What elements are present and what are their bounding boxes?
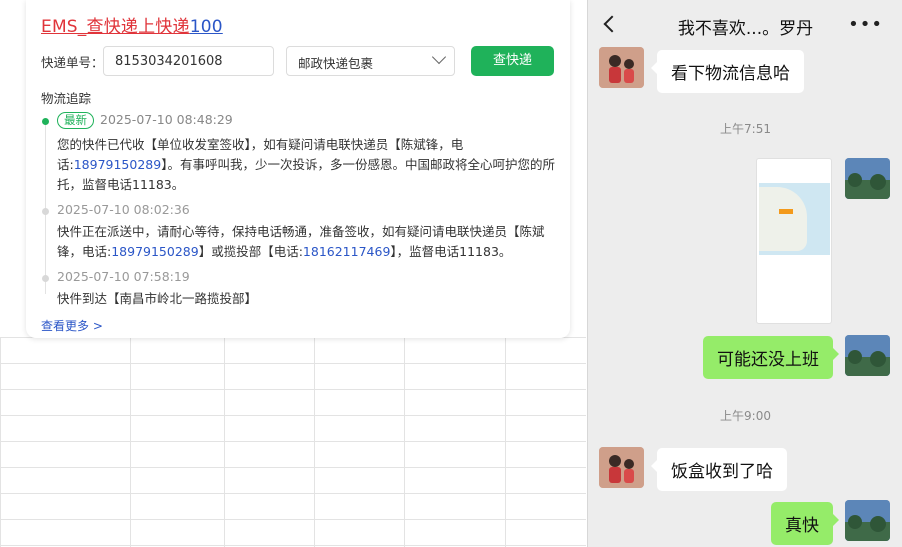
timeline-dot — [42, 275, 49, 282]
event-time: 2025-07-10 08:02:36 — [57, 202, 190, 217]
title-main[interactable]: 查快递上快递 — [87, 17, 190, 37]
avatar[interactable] — [599, 47, 644, 88]
chat-header: 我不喜欢...。罗丹 ••• — [588, 0, 902, 48]
event-text: 快件正在派送中，请耐心等待，保持电话畅通，准备签收，如有疑问请电联快递员【陈斌锋… — [57, 222, 562, 262]
chevron-down-icon — [431, 49, 447, 65]
event-time: 2025-07-10 08:48:29 — [100, 112, 233, 127]
event-text-part: 】或揽投部【电话: — [198, 244, 303, 259]
tracking-card: EMS_查快递上快递100 快递单号： 邮政快递包裹 查快递 物流追踪 最新 20… — [26, 0, 570, 338]
left-panel: EMS_查快递上快递100 快递单号： 邮政快递包裹 查快递 物流追踪 最新 20… — [0, 0, 586, 547]
phone-link[interactable]: 18979150289 — [74, 157, 161, 172]
tracking-number-input[interactable] — [103, 46, 274, 76]
tracking-number-label: 快递单号： — [41, 55, 104, 70]
more-options-icon[interactable]: ••• — [848, 14, 883, 35]
avatar[interactable] — [845, 158, 890, 199]
chat-title: 我不喜欢...。罗丹 — [677, 19, 814, 39]
back-icon[interactable] — [603, 15, 621, 33]
avatar-image — [845, 158, 890, 199]
avatar-image — [845, 335, 890, 376]
title-ems[interactable]: EMS_ — [41, 17, 87, 37]
avatar[interactable] — [845, 500, 890, 541]
message-bubble[interactable]: 看下物流信息哈 — [651, 50, 804, 93]
avatar-image — [845, 500, 890, 541]
latest-badge: 最新 — [57, 112, 94, 129]
map-route — [779, 209, 793, 214]
phone-link[interactable]: 18979150289 — [111, 244, 198, 259]
grid-column-line — [404, 337, 405, 547]
message-time: 上午7:51 — [720, 122, 771, 136]
spreadsheet-grid[interactable] — [0, 337, 586, 547]
event-text-part: 】，监督电话11183。 — [390, 244, 512, 259]
query-form: 快递单号： 邮政快递包裹 查快递 — [41, 46, 561, 76]
grid-column-line — [505, 337, 506, 547]
chat-panel: 我不喜欢...。罗丹 ••• 看下物流信息哈 上午7:51 可能还没上班 上午9… — [587, 0, 902, 547]
carrier-select[interactable]: 邮政快递包裹 — [286, 46, 455, 76]
message-bubble[interactable]: 饭盒收到了哈 — [651, 448, 787, 491]
carrier-select-value: 邮政快递包裹 — [298, 56, 374, 71]
grid-column-line — [130, 337, 131, 547]
event-time: 2025-07-10 07:58:19 — [57, 269, 190, 284]
avatar-image — [599, 447, 644, 488]
grid-column-line — [314, 337, 315, 547]
event-header: 最新 2025-07-10 08:48:29 — [57, 112, 233, 129]
section-title: 物流追踪 — [41, 91, 92, 106]
card-title[interactable]: EMS_查快递上快递100 — [41, 12, 223, 37]
avatar-image — [599, 47, 644, 88]
grid-column-line — [224, 337, 225, 547]
screen: EMS_查快递上快递100 快递单号： 邮政快递包裹 查快递 物流追踪 最新 20… — [0, 0, 902, 547]
timeline-dot — [42, 208, 49, 215]
timeline-dot-active — [42, 118, 49, 125]
message-bubble[interactable]: 可能还没上班 — [703, 336, 839, 379]
map-land — [759, 187, 807, 251]
message-time: 上午9:00 — [720, 409, 771, 423]
title-100[interactable]: 100 — [190, 17, 223, 37]
view-more-link[interactable]: 查看更多 > — [41, 317, 103, 334]
avatar[interactable] — [599, 447, 644, 488]
message-bubble[interactable]: 真快 — [771, 502, 839, 545]
avatar[interactable] — [845, 335, 890, 376]
image-message[interactable] — [756, 158, 832, 324]
event-text: 您的快件已代收【单位收发室签收】，如有疑问请电联快递员【陈斌锋，电话:18979… — [57, 135, 562, 195]
phone-link[interactable]: 18162117469 — [303, 244, 390, 259]
query-button[interactable]: 查快递 — [471, 46, 554, 76]
event-text: 快件到达【南昌市岭北一路揽投部】 — [57, 291, 258, 306]
